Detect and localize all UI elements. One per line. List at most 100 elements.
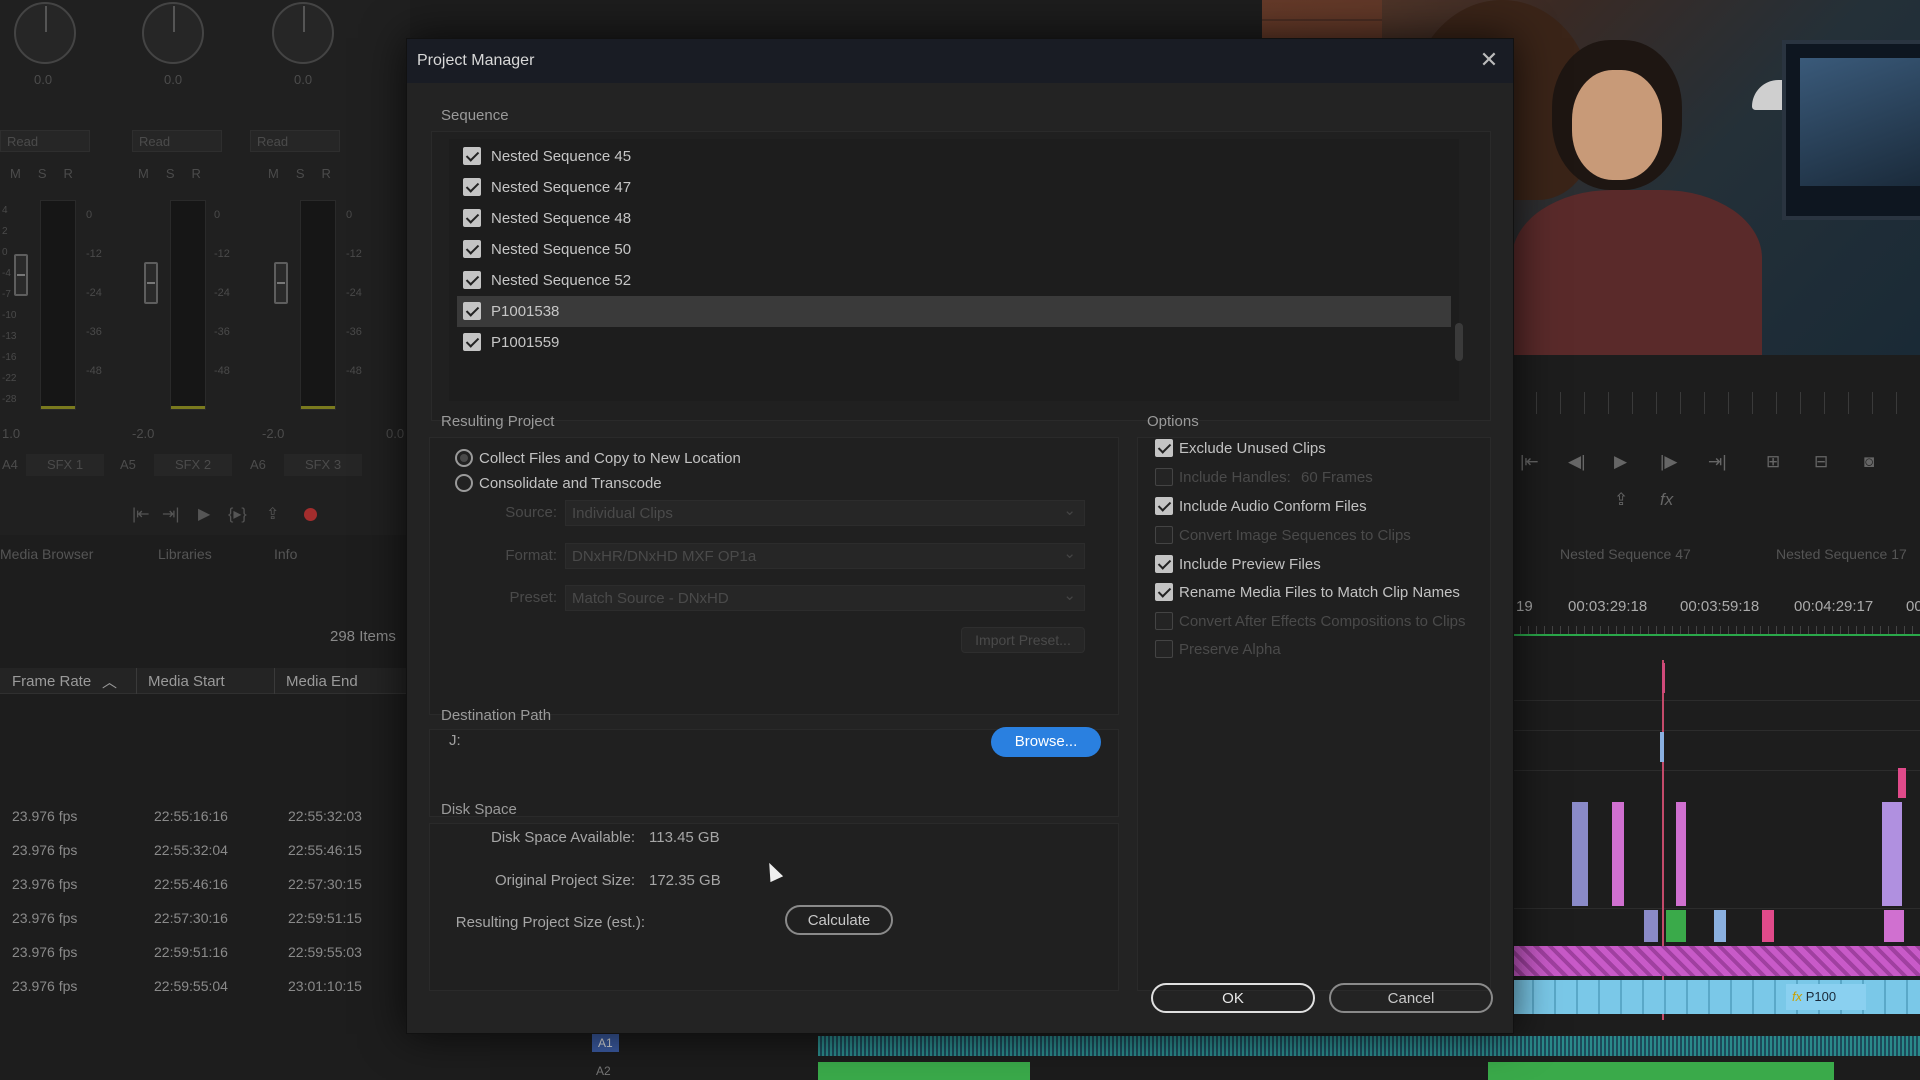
volume-fader[interactable] <box>274 262 288 304</box>
rename-media-files-label[interactable]: Rename Media Files to Match Clip Names <box>1179 584 1460 601</box>
include-preview-files-label[interactable]: Include Preview Files <box>1179 556 1321 573</box>
video-clip[interactable] <box>1714 910 1726 942</box>
video-clip[interactable] <box>1666 910 1686 942</box>
column-frame-rate[interactable]: Frame Rate <box>12 673 91 690</box>
exclude-unused-clips-checkbox[interactable] <box>1155 439 1173 457</box>
go-to-in-icon[interactable]: |⇤ <box>132 504 150 524</box>
mark-in-icon[interactable]: |⇤ <box>1520 452 1539 472</box>
play-icon[interactable]: ▶ <box>198 504 210 524</box>
level-meter <box>170 200 206 410</box>
go-to-out-icon[interactable]: ⇥| <box>162 504 180 524</box>
video-clip[interactable] <box>1612 802 1624 906</box>
tab-sequence[interactable]: Nested Sequence 17 <box>1776 546 1907 562</box>
tab-info[interactable]: Info <box>274 546 297 562</box>
column-media-start[interactable]: Media Start <box>148 673 225 690</box>
timeline-ruler[interactable] <box>1512 626 1920 636</box>
scrollbar[interactable] <box>1455 323 1463 361</box>
sequence-checkbox[interactable] <box>463 271 481 289</box>
sequence-list[interactable]: Nested Sequence 45 Nested Sequence 47 Ne… <box>449 139 1459 401</box>
export-icon[interactable]: ⇪ <box>266 504 279 524</box>
loop-icon[interactable]: {▸} <box>228 504 247 524</box>
pan-knob[interactable] <box>14 2 76 64</box>
tab-sequence[interactable]: Nested Sequence 47 <box>1560 546 1691 562</box>
list-item[interactable]: 23.976 fps 22:59:51:16 22:59:55:03 <box>0 936 380 970</box>
fx-icon[interactable]: fx <box>1660 490 1673 510</box>
volume-fader[interactable] <box>144 262 158 304</box>
automation-mode[interactable]: Read <box>132 130 222 152</box>
sort-ascending-icon[interactable]: ︿ <box>102 671 117 692</box>
sequence-item[interactable]: Nested Sequence 50 <box>457 234 1455 265</box>
video-clip[interactable] <box>1884 910 1904 942</box>
source-dropdown[interactable]: Individual Clips <box>565 500 1085 526</box>
include-audio-conform-label[interactable]: Include Audio Conform Files <box>1179 498 1367 515</box>
go-to-out-icon[interactable]: ⇥| <box>1708 452 1727 472</box>
export-icon[interactable]: ⇪ <box>1614 490 1628 510</box>
import-preset-button[interactable]: Import Preset... <box>961 627 1085 653</box>
consolidate-label[interactable]: Consolidate and Transcode <box>479 475 662 492</box>
collect-files-radio[interactable] <box>455 449 473 467</box>
tab-libraries[interactable]: Libraries <box>158 546 212 562</box>
track-id[interactable]: A1 <box>592 1034 619 1052</box>
column-media-end[interactable]: Media End <box>286 673 358 690</box>
video-clip[interactable] <box>1882 802 1902 906</box>
audio-clip[interactable] <box>818 1062 1030 1080</box>
step-forward-icon[interactable]: |▶ <box>1660 452 1678 472</box>
video-clip[interactable] <box>1762 910 1774 942</box>
video-clip[interactable] <box>1644 910 1658 942</box>
list-item[interactable]: 23.976 fps 22:57:30:16 22:59:51:15 <box>0 902 380 936</box>
list-item[interactable]: 23.976 fps 22:59:55:04 23:01:10:15 <box>0 970 380 1004</box>
automation-mode[interactable]: Read <box>0 130 90 152</box>
close-icon[interactable]: ✕ <box>1475 47 1503 75</box>
video-clip[interactable] <box>1676 802 1686 906</box>
mute-solo-record[interactable]: MSR <box>268 166 348 181</box>
extract-icon[interactable]: ⊟ <box>1814 452 1828 472</box>
sequence-checkbox[interactable] <box>463 178 481 196</box>
browse-button[interactable]: Browse... <box>991 727 1101 757</box>
fader-value: -2.0 <box>132 426 155 441</box>
rename-media-files-checkbox[interactable] <box>1155 583 1173 601</box>
format-dropdown[interactable]: DNxHR/DNxHD MXF OP1a <box>565 543 1085 569</box>
sequence-item[interactable]: Nested Sequence 47 <box>457 172 1455 203</box>
sequence-item-selected[interactable]: P1001538 <box>457 296 1451 327</box>
sequence-checkbox[interactable] <box>463 209 481 227</box>
sequence-checkbox[interactable] <box>463 240 481 258</box>
pan-knob[interactable] <box>272 2 334 64</box>
exclude-unused-clips-label[interactable]: Exclude Unused Clips <box>1179 440 1326 457</box>
camera-icon[interactable]: ◙ <box>1864 452 1874 472</box>
preset-dropdown[interactable]: Match Source - DNxHD <box>565 585 1085 611</box>
ok-button[interactable]: OK <box>1151 983 1315 1013</box>
sequence-checkbox[interactable] <box>463 333 481 351</box>
sequence-item[interactable]: Nested Sequence 45 <box>457 141 1455 172</box>
sequence-checkbox[interactable] <box>463 302 481 320</box>
adjustment-layer[interactable] <box>1512 946 1920 976</box>
list-item[interactable]: 23.976 fps 22:55:32:04 22:55:46:15 <box>0 834 380 868</box>
video-clip[interactable] <box>1572 802 1588 906</box>
automation-mode[interactable]: Read <box>250 130 340 152</box>
record-icon[interactable] <box>304 508 317 521</box>
pan-knob[interactable] <box>142 2 204 64</box>
audio-clip[interactable] <box>1488 1062 1834 1080</box>
mute-solo-record[interactable]: MSR <box>138 166 218 181</box>
sequence-item[interactable]: Nested Sequence 52 <box>457 265 1455 296</box>
include-audio-conform-checkbox[interactable] <box>1155 497 1173 515</box>
cancel-button[interactable]: Cancel <box>1329 983 1493 1013</box>
step-back-icon[interactable]: ◀| <box>1568 452 1586 472</box>
track-id[interactable]: A2 <box>596 1064 611 1078</box>
sequence-item[interactable]: Nested Sequence 48 <box>457 203 1455 234</box>
destination-path-value: J: <box>449 732 461 749</box>
mute-solo-record[interactable]: MSR <box>10 166 90 181</box>
collect-files-label[interactable]: Collect Files and Copy to New Location <box>479 450 741 467</box>
list-item[interactable]: 23.976 fps 22:55:16:16 22:55:32:03 <box>0 800 380 834</box>
include-preview-files-checkbox[interactable] <box>1155 555 1173 573</box>
tab-media-browser[interactable]: Media Browser <box>0 546 93 562</box>
sequence-checkbox[interactable] <box>463 147 481 165</box>
consolidate-radio[interactable] <box>455 474 473 492</box>
play-icon[interactable]: ▶ <box>1614 452 1627 472</box>
program-ruler[interactable] <box>1512 392 1920 414</box>
audio-waveform <box>818 1036 1920 1056</box>
calculate-button[interactable]: Calculate <box>785 905 893 935</box>
list-item[interactable]: 23.976 fps 22:55:46:16 22:57:30:15 <box>0 868 380 902</box>
title-bar[interactable]: Project Manager ✕ <box>407 39 1513 83</box>
sequence-item[interactable]: P1001559 <box>457 327 1455 358</box>
lift-icon[interactable]: ⊞ <box>1766 452 1780 472</box>
